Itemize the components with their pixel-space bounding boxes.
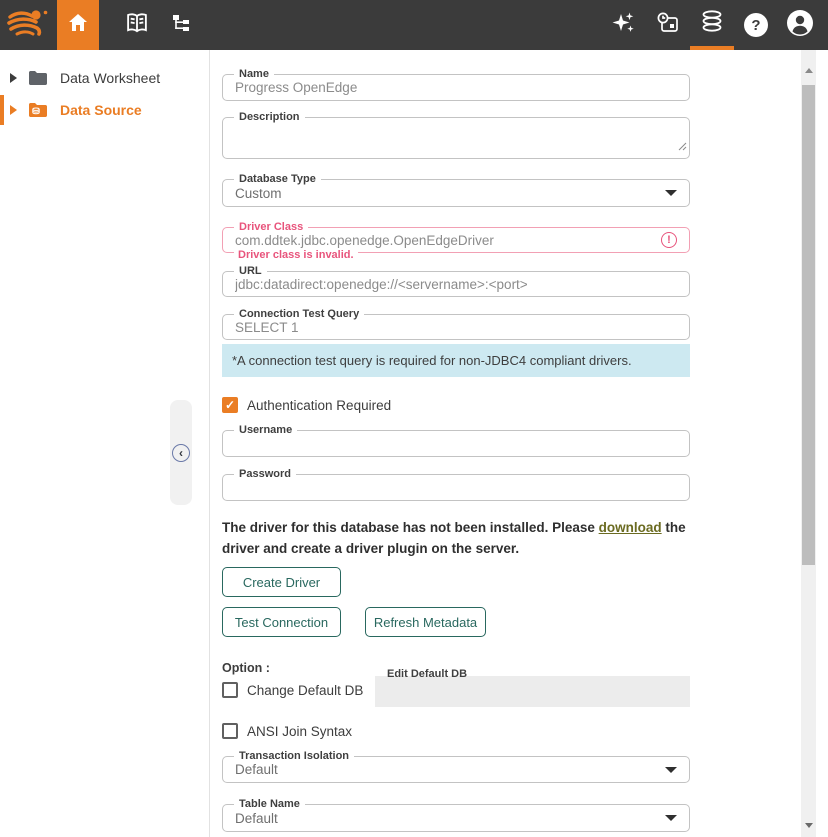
password-field-label: Password bbox=[234, 467, 296, 481]
error-icon: ! bbox=[661, 232, 677, 248]
name-field[interactable]: Name Progress OpenEdge bbox=[222, 74, 690, 101]
transaction-isolation-label: Transaction Isolation bbox=[234, 749, 354, 763]
driver-class-field[interactable]: Driver Class com.ddtek.jdbc.openedge.Ope… bbox=[222, 227, 690, 253]
description-field-label: Description bbox=[234, 110, 305, 124]
account-icon bbox=[786, 9, 814, 42]
info-banner: *A connection test query is required for… bbox=[222, 344, 690, 377]
schedule-export-button[interactable] bbox=[646, 0, 690, 50]
triangle-up-icon bbox=[805, 68, 813, 73]
help-icon: ? bbox=[744, 13, 768, 37]
chevron-down-icon bbox=[665, 815, 677, 821]
help-button[interactable]: ? bbox=[734, 0, 778, 50]
edit-default-db-field: Edit Default DB bbox=[375, 676, 690, 707]
edit-default-db-label: Edit Default DB bbox=[383, 668, 471, 680]
name-field-value: Progress OpenEdge bbox=[235, 80, 357, 95]
transaction-isolation-select[interactable]: Transaction Isolation Default bbox=[222, 756, 690, 783]
database-type-select[interactable]: Database Type Custom bbox=[222, 179, 690, 207]
vertical-scrollbar[interactable] bbox=[801, 50, 816, 837]
url-field-value: jdbc:datadirect:openedge://<servername>:… bbox=[235, 277, 528, 292]
info-banner-text: *A connection test query is required for… bbox=[232, 353, 632, 368]
username-field-label: Username bbox=[234, 423, 297, 437]
connection-test-query-label: Connection Test Query bbox=[234, 307, 364, 321]
auth-required-row: Authentication Required bbox=[222, 397, 690, 413]
ai-assistant-button[interactable] bbox=[602, 0, 646, 50]
main-content: Name Progress OpenEdge Description Datab… bbox=[211, 50, 801, 837]
chevron-down-icon bbox=[665, 767, 677, 773]
aqua-swoosh-icon bbox=[7, 5, 51, 46]
create-driver-button[interactable]: Create Driver bbox=[222, 567, 341, 597]
library-button[interactable] bbox=[115, 0, 159, 50]
auth-required-checkbox[interactable] bbox=[222, 397, 238, 413]
test-connection-button[interactable]: Test Connection bbox=[222, 607, 341, 637]
ansi-join-label: ANSI Join Syntax bbox=[247, 724, 352, 739]
name-field-label: Name bbox=[234, 67, 274, 81]
home-icon bbox=[66, 11, 90, 40]
table-name-label: Table Name bbox=[234, 797, 305, 811]
url-field-label: URL bbox=[234, 264, 267, 278]
database-icon bbox=[699, 8, 725, 39]
sparkles-icon bbox=[611, 10, 637, 41]
scroll-down-button[interactable] bbox=[801, 817, 816, 833]
driver-class-label: Driver Class bbox=[234, 220, 308, 234]
connection-test-query-field[interactable]: Connection Test Query SELECT 1 bbox=[222, 314, 690, 340]
driver-class-value: com.ddtek.jdbc.openedge.OpenEdgeDriver bbox=[235, 233, 494, 248]
image-clock-icon bbox=[655, 10, 681, 41]
datasource-form: Name Progress OpenEdge Description Datab… bbox=[222, 50, 690, 832]
triangle-down-icon bbox=[805, 823, 813, 828]
description-field[interactable]: Description bbox=[222, 117, 690, 159]
hierarchy-button[interactable] bbox=[159, 0, 203, 50]
account-button[interactable] bbox=[778, 0, 822, 50]
active-indicator-bar bbox=[0, 95, 4, 125]
database-type-value: Custom bbox=[235, 186, 282, 201]
table-name-select[interactable]: Table Name Default bbox=[222, 804, 690, 832]
data-sources-nav-button[interactable] bbox=[690, 0, 734, 50]
sidebar-collapse-handle[interactable]: ‹ bbox=[170, 400, 192, 505]
driver-notice-before: The driver for this database has not bee… bbox=[222, 520, 599, 535]
app-window: ? Data Worksheet bbox=[0, 0, 828, 837]
table-name-value: Default bbox=[235, 811, 278, 826]
refresh-metadata-button[interactable]: Refresh Metadata bbox=[365, 607, 486, 637]
username-field[interactable]: Username bbox=[222, 430, 690, 457]
password-field[interactable]: Password bbox=[222, 474, 690, 501]
resize-grip-icon[interactable] bbox=[678, 138, 687, 156]
expand-triangle-icon[interactable] bbox=[10, 73, 17, 83]
change-default-db-label: Change Default DB bbox=[247, 683, 363, 698]
folder-database-icon bbox=[28, 102, 48, 118]
driver-notice: The driver for this database has not bee… bbox=[222, 517, 692, 559]
change-default-db-row: Change Default DB bbox=[222, 682, 363, 698]
chevron-down-icon bbox=[665, 190, 677, 196]
app-logo bbox=[0, 0, 57, 50]
scrollbar-thumb[interactable] bbox=[802, 85, 815, 565]
url-field[interactable]: URL jdbc:datadirect:openedge://<serverna… bbox=[222, 271, 690, 297]
driver-class-error-text: Driver class is invalid. bbox=[234, 249, 358, 261]
ansi-join-checkbox[interactable] bbox=[222, 723, 238, 739]
expand-triangle-icon[interactable] bbox=[10, 105, 17, 115]
transaction-isolation-value: Default bbox=[235, 762, 278, 777]
download-link[interactable]: download bbox=[599, 520, 662, 535]
sidebar-item-data-source[interactable]: Data Source bbox=[0, 94, 209, 126]
open-book-icon bbox=[124, 10, 150, 41]
sidebar-item-label: Data Source bbox=[60, 102, 142, 118]
sidebar-item-label: Data Worksheet bbox=[60, 70, 160, 86]
top-navbar: ? bbox=[0, 0, 828, 50]
home-button[interactable] bbox=[57, 0, 99, 50]
connection-test-query-value: SELECT 1 bbox=[235, 320, 299, 335]
scroll-up-button[interactable] bbox=[801, 62, 816, 78]
change-default-db-checkbox[interactable] bbox=[222, 682, 238, 698]
chevron-left-icon: ‹ bbox=[172, 444, 190, 462]
auth-required-label: Authentication Required bbox=[247, 398, 391, 413]
sidebar-item-data-worksheet[interactable]: Data Worksheet bbox=[0, 62, 209, 94]
ansi-join-row: ANSI Join Syntax bbox=[222, 723, 690, 739]
database-type-label: Database Type bbox=[234, 172, 321, 186]
hierarchy-tree-icon bbox=[169, 11, 193, 40]
folder-icon bbox=[28, 70, 48, 86]
